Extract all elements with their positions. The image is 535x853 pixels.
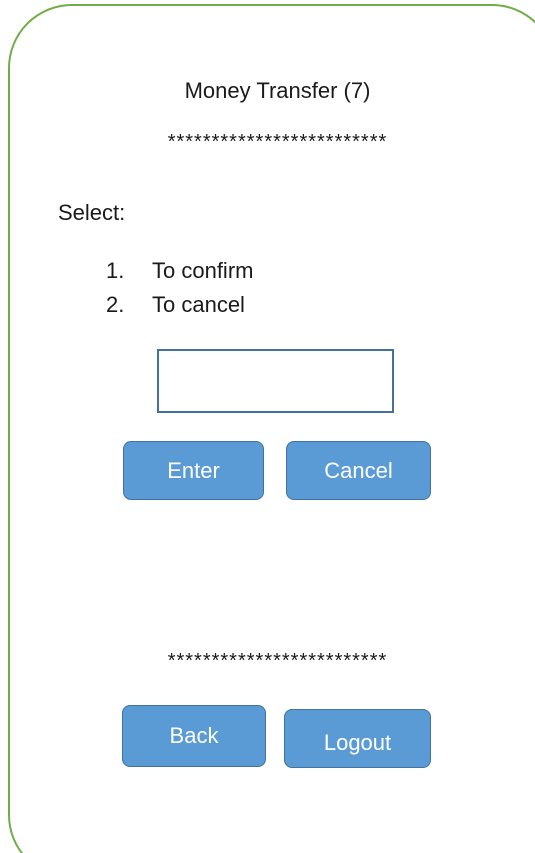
enter-button[interactable]: Enter — [123, 441, 264, 500]
selection-input[interactable] — [157, 349, 394, 413]
option-number: 2. — [106, 292, 125, 317]
option-label: To cancel — [152, 292, 245, 317]
logout-button[interactable]: Logout — [284, 709, 431, 768]
option-list: 1. To confirm 2. To cancel — [106, 256, 253, 324]
divider-bottom: ************************* — [167, 650, 388, 672]
cancel-button[interactable]: Cancel — [286, 441, 431, 500]
screen-title: Money Transfer (7) — [184, 78, 371, 103]
option-label: To confirm — [152, 258, 254, 283]
option-cancel: 2. To cancel — [106, 290, 253, 324]
select-prompt: Select: — [58, 200, 126, 225]
divider-top: ************************* — [167, 131, 388, 153]
option-confirm: 1. To confirm — [106, 256, 253, 290]
option-number: 1. — [106, 258, 125, 283]
back-button[interactable]: Back — [122, 705, 266, 767]
